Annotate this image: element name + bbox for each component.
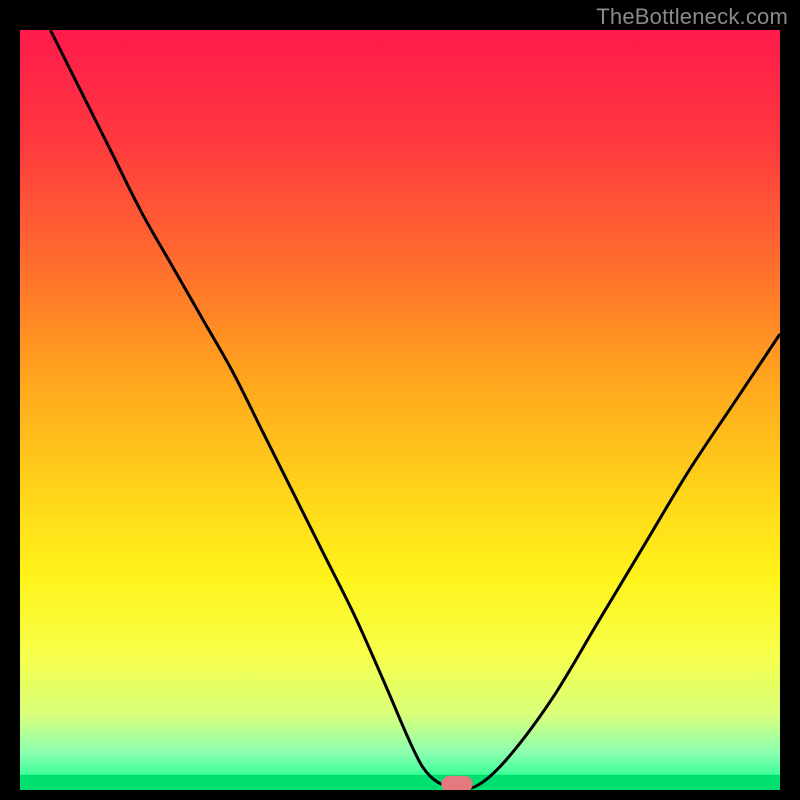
- chart-frame: [20, 30, 780, 790]
- optimal-marker: [442, 776, 472, 790]
- watermark-text: TheBottleneck.com: [596, 4, 788, 30]
- bottleneck-chart: [20, 30, 780, 790]
- chart-background-gradient: [20, 30, 780, 790]
- green-band: [20, 775, 780, 790]
